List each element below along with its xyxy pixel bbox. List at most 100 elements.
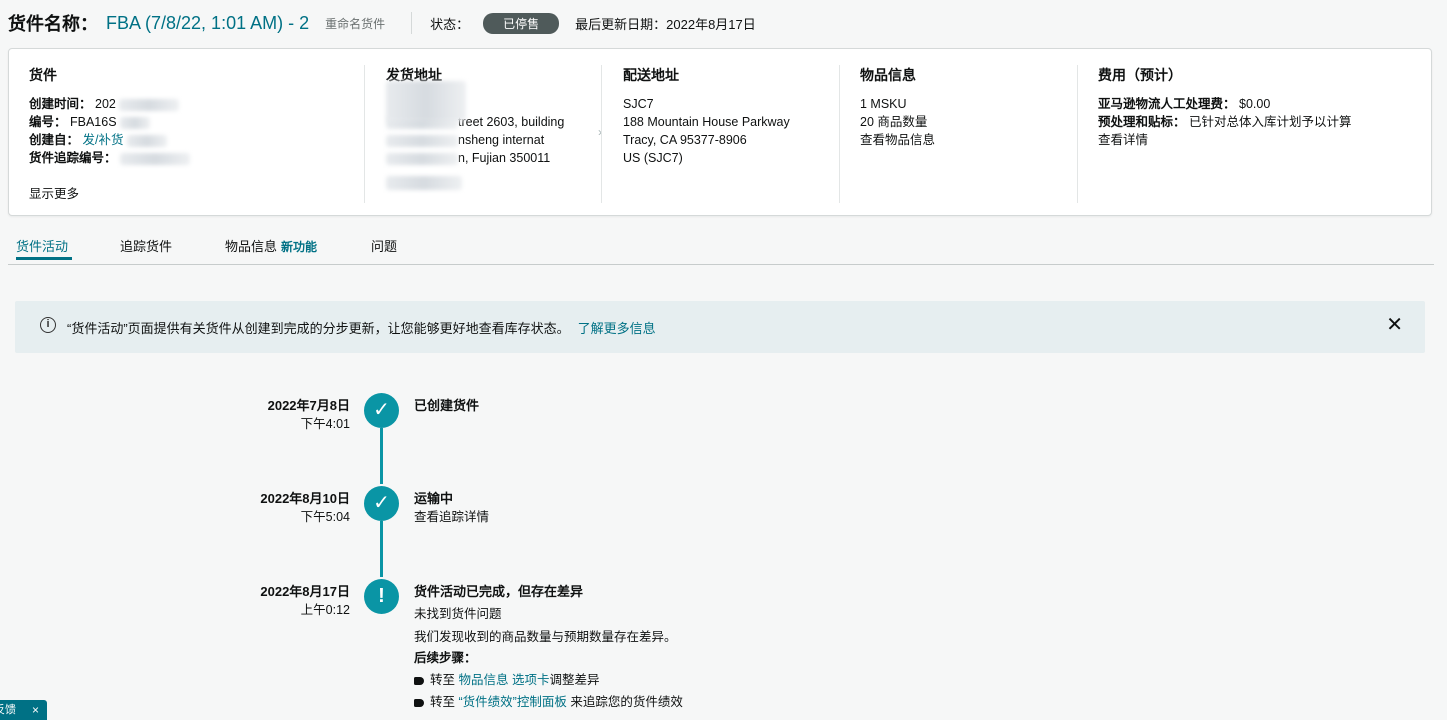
tab-tracking[interactable]: 追踪货件 [120,236,172,255]
id-row: 编号： FBA16S [29,113,349,131]
unit-count: 20 商品数量 [860,115,928,129]
view-tracking-link[interactable]: 查看追踪详情 [414,506,489,525]
close-icon[interactable]: × [32,700,39,720]
issue-text: 未找到货件问题 [414,607,502,621]
prep-fee-row: 预处理和贴标： 已针对总体入库计划予以计算 [1098,113,1418,131]
tracking-row: 货件追踪编号： [29,149,349,167]
step-post: 来追踪您的货件绩效 [570,695,683,709]
next-steps-label: 后续步骤： [414,651,477,665]
show-more-link[interactable]: 显示更多 [29,185,349,203]
created-label: 创建时间： [29,97,92,111]
info-icon: i [40,317,56,333]
discrepancy-text: 我们发现收到的商品数量与预期数量存在差异。 [414,630,677,644]
redacted-blur [386,81,466,121]
ship-from-line3: n, Fujian 350011 [458,151,551,165]
creator-row: 创建自： 发/补货 [29,131,349,149]
feedback-chip[interactable]: 反馈 × [0,700,47,720]
id-value: FBA16S [70,115,117,129]
items-title: 物品信息 [860,67,916,83]
last-updated: 最后更新日期：2022年8月17日 [575,16,756,32]
ship-to-line: SJC7 [623,97,654,111]
redacted-blur [386,152,458,165]
learn-more-link[interactable]: 了解更多信息 [578,321,656,336]
ship-to-column: 配送地址 SJC7 188 Mountain House Parkway Tra… [623,65,833,205]
id-label: 编号： [29,115,67,129]
banner-message: “货件活动”页面提供有关货件从创建到完成的分步更新，让您能够更好地查看库存状态。… [67,318,656,337]
tab-problems[interactable]: 问题 [371,236,397,255]
ship-to-title: 配送地址 [623,67,679,83]
column-divider [839,65,840,203]
redacted-blur [126,134,167,147]
step-pre: 转至 [430,695,456,709]
event-title: 运输中 [414,491,454,506]
header-divider [411,12,413,34]
column-divider [364,65,365,203]
event-time: 下午5:04 [300,510,350,524]
info-banner: i “货件活动”页面提供有关货件从创建到完成的分步更新，让您能够更好地查看库存状… [15,301,1425,353]
rename-shipment-link[interactable]: 重命名货件 [325,15,385,32]
performance-dashboard-link[interactable]: “货件绩效”控制面板 [459,695,567,709]
items-column: 物品信息 1 MSKU 20 商品数量 查看物品信息 [860,65,1070,205]
event-title: 已创建货件 [414,398,480,413]
tab-items-label: 物品信息 [225,239,278,254]
prep-fee-value: 已针对总体入库计划予以计算 [1189,115,1352,129]
next-step-2: 转至 “货件绩效”控制面板 来追踪您的货件绩效 [414,691,683,710]
page-header: 货件名称： FBA (7/8/22, 1:01 AM) - 2 重命名货件 状态… [8,8,756,38]
event-date: 2022年7月8日 [267,398,350,413]
status-badge: 已停售 [483,12,560,34]
active-tab-indicator [16,257,72,260]
items-tab-link[interactable]: 物品信息 选项卡 [459,673,550,687]
tab-activity[interactable]: 货件活动 [16,236,68,255]
created-value: 202 [95,97,116,111]
creator-label: 创建自： [29,133,80,147]
event-time: 下午4:01 [300,417,350,431]
view-items-link[interactable]: 查看物品信息 [860,131,1070,149]
labor-fee-row: 亚马逊物流人工处理费： $0.00 [1098,95,1418,113]
ship-from-line: nsheng internat [386,131,596,149]
event-date: 2022年8月17日 [260,584,350,599]
tracking-label: 货件追踪编号： [29,151,117,165]
tab-items[interactable]: 物品信息 新功能 [225,236,317,255]
step-pre: 转至 [430,673,456,687]
fees-title: 费用（预计） [1098,67,1182,83]
msku-count: 1 MSKU [860,97,907,111]
redacted-blur [119,98,180,111]
feedback-label: 反馈 [0,704,16,716]
ship-from-line: n, Fujian 350011 [386,149,596,167]
check-icon: ✓ [364,393,399,428]
ship-to-line: Tracy, CA 95377-8906 [623,133,747,147]
view-fee-details-link[interactable]: 查看详情 [1098,131,1418,149]
timeline-connector [380,428,383,484]
labor-fee-value: $0.00 [1239,97,1271,111]
next-step-1: 转至 物品信息 选项卡调整差异 [414,669,600,688]
created-row: 创建时间： 202 [29,95,349,113]
ship-from-line [386,173,596,191]
event-date: 2022年8月10日 [260,491,350,506]
close-icon[interactable]: ✕ [1386,314,1403,336]
shipment-name-label: 货件名称： [8,14,98,34]
tag-bullet-icon [414,676,424,685]
event-title: 货件活动已完成，但存在差异 [414,584,584,599]
ship-from-line2: nsheng internat [458,133,545,147]
shipment-name: FBA (7/8/22, 1:01 AM) - 2 [106,12,310,33]
redacted-blur [386,134,458,147]
ship-from-line1: treet 2603, building [458,115,565,129]
timeline-connector [380,521,383,577]
column-divider [601,65,602,203]
shipment-title: 货件 [29,67,57,83]
status-label: 状态： [430,16,470,32]
redacted-blur [120,116,151,129]
fees-column: 费用（预计） 亚马逊物流人工处理费： $0.00 预处理和贴标： 已针对总体入库… [1098,65,1418,205]
banner-text: “货件活动”页面提供有关货件从创建到完成的分步更新，让您能够更好地查看库存状态。 [67,321,570,336]
new-feature-badge: 新功能 [281,240,318,254]
tab-bar: 货件活动 追踪货件 物品信息 新功能 问题 [8,226,1434,265]
creator-link[interactable]: 发/补货 [83,133,124,147]
redacted-blur [386,175,462,190]
check-icon: ✓ [364,486,399,521]
event-time: 上午0:12 [300,603,350,617]
prep-fee-label: 预处理和贴标： [1098,115,1186,129]
column-divider [1077,65,1078,203]
labor-fee-label: 亚马逊物流人工处理费： [1098,97,1236,111]
tag-bullet-icon [414,698,424,707]
ship-to-line: US (SJC7) [623,151,683,165]
